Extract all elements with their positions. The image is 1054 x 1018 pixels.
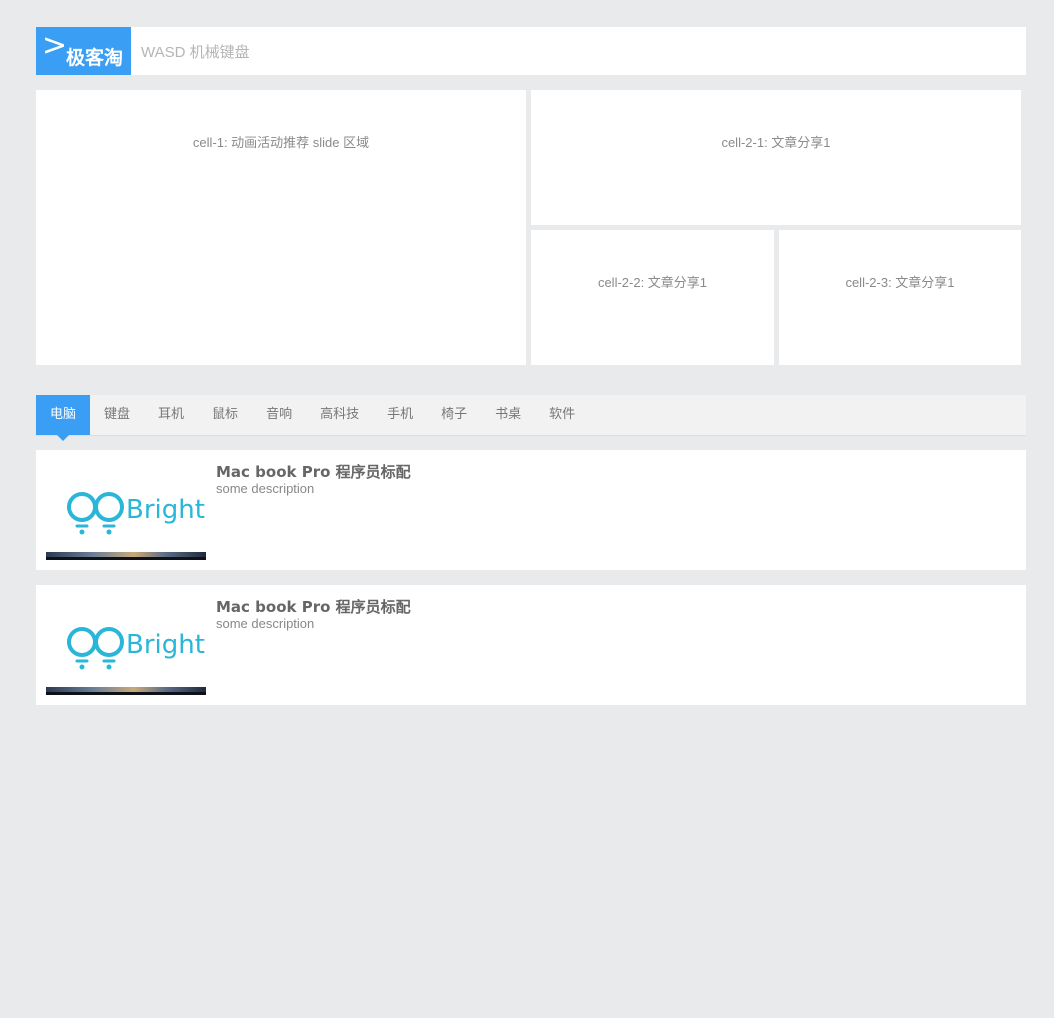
list-item[interactable]: BrightB Mac book Pro 程序员标配 some descript… xyxy=(36,450,1026,570)
logo-text: 极客淘 xyxy=(66,47,124,69)
site-logo[interactable]: > 极客淘 xyxy=(36,27,131,75)
category-tabs: 电脑 键盘 耳机 鼠标 音响 高科技 手机 椅子 书桌 软件 xyxy=(36,395,1026,441)
chevron-right-icon: > xyxy=(42,28,68,63)
tab-hightech[interactable]: 高科技 xyxy=(306,395,373,435)
cell-label: cell-1: 动画活动推荐 slide 区域 xyxy=(192,135,370,150)
tab-desk[interactable]: 书桌 xyxy=(481,395,535,435)
search-input[interactable] xyxy=(131,27,1026,75)
tab-computer[interactable]: 电脑 xyxy=(36,395,91,441)
thumb-photo-strip xyxy=(46,552,206,560)
cell-label: cell-2-1: 文章分享1 xyxy=(721,135,831,150)
cell-article-3[interactable]: cell-2-3: 文章分享1 xyxy=(779,230,1021,365)
tab-mouse[interactable]: 鼠标 xyxy=(198,395,252,435)
cell-label: cell-2-3: 文章分享1 xyxy=(845,275,955,290)
tab-chair[interactable]: 椅子 xyxy=(427,395,481,435)
thumb-brand-text: BrightB xyxy=(126,495,206,525)
tab-phone[interactable]: 手机 xyxy=(373,395,427,435)
cell-article-2[interactable]: cell-2-2: 文章分享1 xyxy=(531,230,774,365)
cell-article-1[interactable]: cell-2-1: 文章分享1 xyxy=(531,90,1021,225)
item-description: some description xyxy=(216,481,315,496)
tab-speakers[interactable]: 音响 xyxy=(252,395,306,435)
item-title[interactable]: Mac book Pro 程序员标配 xyxy=(216,596,411,617)
lightbulb-pair-icon: BrightB xyxy=(67,492,206,535)
list-item[interactable]: BrightB Mac book Pro 程序员标配 some descript… xyxy=(36,585,1026,705)
item-title[interactable]: Mac book Pro 程序员标配 xyxy=(216,461,411,482)
cell-slide-area[interactable]: cell-1: 动画活动推荐 slide 区域 xyxy=(36,90,526,365)
item-thumbnail[interactable]: BrightB xyxy=(46,460,206,560)
header-bar: > 极客淘 xyxy=(36,27,1026,75)
cell-label: cell-2-2: 文章分享1 xyxy=(597,275,708,290)
lightbulb-pair-icon: BrightB xyxy=(67,627,206,670)
item-description: some description xyxy=(216,616,315,631)
tab-software[interactable]: 软件 xyxy=(535,395,589,435)
tab-headphones[interactable]: 耳机 xyxy=(144,395,198,435)
thumb-photo-strip xyxy=(46,687,206,695)
item-thumbnail[interactable]: BrightB xyxy=(46,595,206,695)
tab-keyboard[interactable]: 键盘 xyxy=(90,395,144,435)
thumb-brand-text: BrightB xyxy=(126,630,206,660)
